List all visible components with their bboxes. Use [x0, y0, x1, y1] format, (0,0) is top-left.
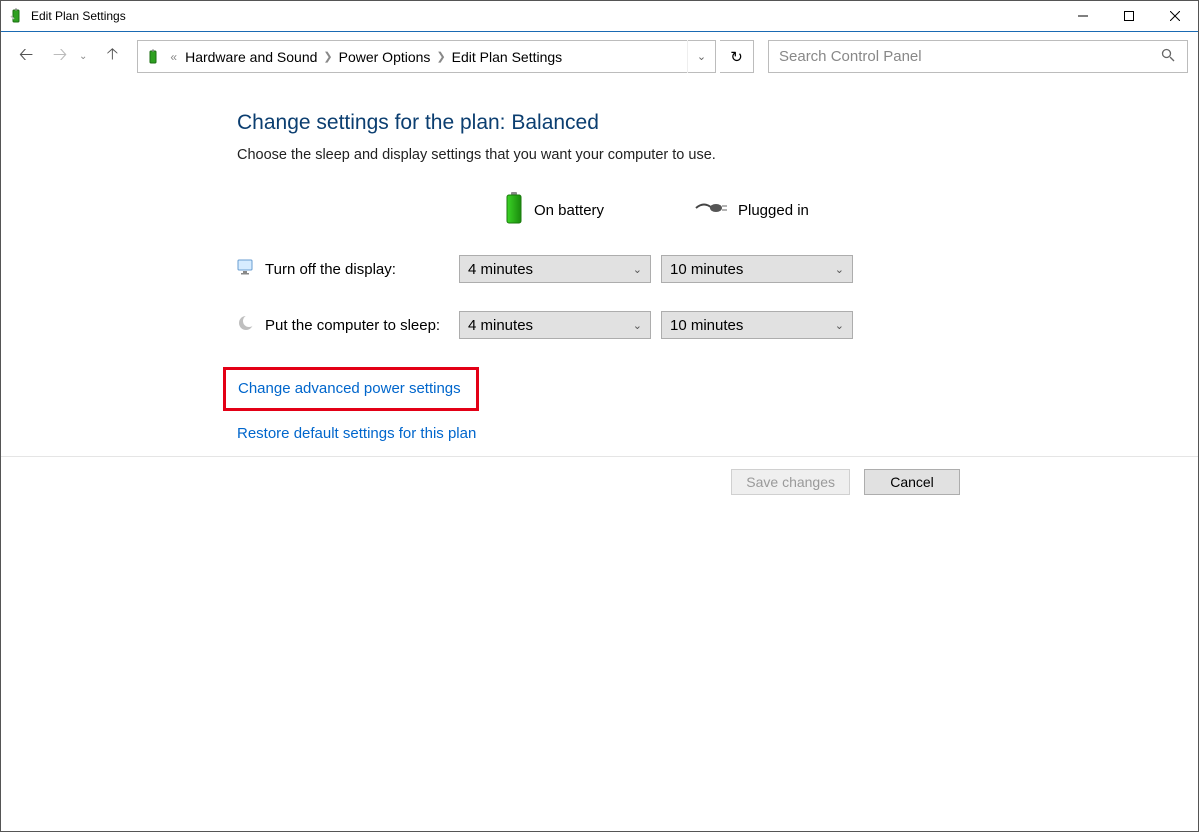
battery-icon — [504, 191, 524, 229]
cancel-button[interactable]: Cancel — [864, 469, 960, 495]
sleep-label: Put the computer to sleep: — [237, 314, 459, 336]
display-battery-dropdown[interactable]: 4 minutes ⌄ — [459, 255, 651, 283]
moon-icon — [237, 314, 255, 336]
page-subtitle: Choose the sleep and display settings th… — [237, 147, 1198, 163]
breadcrumb-power-options[interactable]: Power Options — [335, 49, 435, 65]
search-box — [768, 40, 1188, 73]
window-controls — [1060, 1, 1198, 31]
save-button[interactable]: Save changes — [731, 469, 850, 495]
sleep-plugged-value: 10 minutes — [670, 317, 743, 334]
power-plan-icon — [9, 8, 25, 24]
sleep-plugged-dropdown[interactable]: 10 minutes ⌄ — [661, 311, 853, 339]
breadcrumb-edit-plan[interactable]: Edit Plan Settings — [448, 49, 567, 65]
display-plugged-dropdown[interactable]: 10 minutes ⌄ — [661, 255, 853, 283]
window-title: Edit Plan Settings — [31, 9, 126, 23]
power-plan-icon — [138, 49, 170, 65]
monitor-icon — [237, 258, 255, 280]
close-button[interactable] — [1152, 1, 1198, 31]
restore-defaults-link[interactable]: Restore default settings for this plan — [237, 425, 476, 442]
back-button[interactable]: 🡠 — [11, 42, 41, 72]
on-battery-label: On battery — [534, 202, 604, 219]
sleep-battery-dropdown[interactable]: 4 minutes ⌄ — [459, 311, 651, 339]
display-label-text: Turn off the display: — [265, 261, 396, 278]
sleep-label-text: Put the computer to sleep: — [265, 317, 440, 334]
plug-icon — [694, 199, 728, 221]
search-input[interactable] — [769, 48, 1149, 65]
address-dropdown-icon[interactable]: ⌄ — [687, 40, 715, 73]
sleep-battery-value: 4 minutes — [468, 317, 533, 334]
display-label: Turn off the display: — [237, 258, 459, 280]
highlight-annotation: Change advanced power settings — [223, 367, 479, 411]
page-title: Change settings for the plan: Balanced — [237, 111, 1198, 135]
chevron-down-icon: ⌄ — [633, 263, 642, 276]
columns-header: On battery Plugged in — [237, 191, 1198, 229]
chevron-down-icon: ⌄ — [835, 319, 844, 332]
plugged-in-label: Plugged in — [738, 202, 809, 219]
chevron-right-icon[interactable]: ❯ — [321, 50, 334, 63]
maximize-button[interactable] — [1106, 1, 1152, 31]
chevron-down-icon: ⌄ — [633, 319, 642, 332]
display-battery-value: 4 minutes — [468, 261, 533, 278]
refresh-button[interactable]: ↻ — [720, 40, 754, 73]
recent-chevron-icon[interactable]: ⌄ — [79, 51, 93, 62]
address-bar[interactable]: « Hardware and Sound ❯ Power Options ❯ E… — [137, 40, 716, 73]
plugged-in-header: Plugged in — [659, 199, 859, 221]
up-button[interactable]: 🡡 — [97, 42, 127, 72]
chevron-down-icon: ⌄ — [835, 263, 844, 276]
title-bar: Edit Plan Settings — [1, 1, 1198, 32]
change-advanced-link[interactable]: Change advanced power settings — [238, 380, 461, 397]
on-battery-header: On battery — [459, 191, 659, 229]
breadcrumb-prefix-icon[interactable]: « — [170, 50, 181, 64]
forward-button[interactable]: 🡢 — [45, 42, 75, 72]
search-icon[interactable] — [1149, 48, 1187, 65]
navigation-row: 🡠 🡢 ⌄ 🡡 « Hardware and Sound ❯ Power Opt… — [1, 32, 1198, 81]
display-plugged-value: 10 minutes — [670, 261, 743, 278]
footer: Save changes Cancel — [1, 456, 1198, 506]
chevron-right-icon[interactable]: ❯ — [434, 50, 447, 63]
content-area: Change settings for the plan: Balanced C… — [1, 81, 1198, 443]
setting-row-display: Turn off the display: 4 minutes ⌄ 10 min… — [237, 255, 1198, 283]
minimize-button[interactable] — [1060, 1, 1106, 31]
breadcrumb-hardware-sound[interactable]: Hardware and Sound — [181, 49, 321, 65]
setting-row-sleep: Put the computer to sleep: 4 minutes ⌄ 1… — [237, 311, 1198, 339]
